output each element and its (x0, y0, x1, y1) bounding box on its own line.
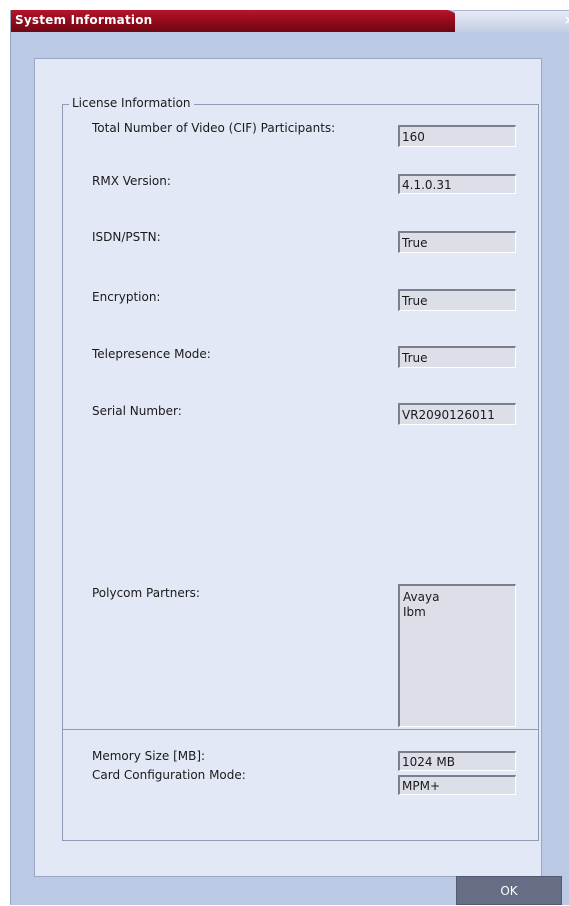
total-participants-label: Total Number of Video (CIF) Participants… (92, 121, 336, 135)
memory-size-field: 1024 MB (398, 751, 516, 771)
polycom-partners-label: Polycom Partners: (92, 586, 200, 600)
telepresence-mode-field: True (398, 346, 516, 368)
isdn-pstn-label: ISDN/PSTN: (92, 230, 161, 244)
encryption-label: Encryption: (92, 290, 161, 304)
ok-button[interactable]: OK (456, 876, 562, 905)
group-divider (62, 729, 539, 730)
license-information-group: License Information (62, 96, 539, 841)
dialog-title: System Information (15, 13, 153, 27)
card-configuration-mode-label: Card Configuration Mode: (92, 768, 246, 782)
card-configuration-mode-field: MPM+ (398, 775, 516, 795)
content-panel: License Information Total Number of Vide… (34, 58, 542, 877)
rmx-version-field: 4.1.0.31 (398, 174, 516, 194)
memory-size-label: Memory Size [MB]: (92, 749, 206, 763)
rmx-version-label: RMX Version: (92, 174, 171, 188)
list-item[interactable]: Ibm (403, 605, 515, 620)
system-information-dialog: System Information × License Information… (10, 10, 569, 905)
serial-number-label: Serial Number: (92, 404, 182, 418)
title-bar-right (455, 10, 569, 32)
serial-number-field: VR2090126011 (398, 403, 516, 425)
list-item[interactable]: Avaya (403, 590, 515, 605)
total-participants-field: 160 (398, 125, 516, 147)
license-information-legend: License Information (69, 96, 194, 110)
encryption-field: True (398, 289, 516, 311)
close-icon[interactable]: × (564, 13, 569, 27)
title-bar[interactable]: System Information × (11, 10, 569, 32)
polycom-partners-list[interactable]: Avaya Ibm (398, 584, 516, 727)
isdn-pstn-field: True (398, 231, 516, 253)
telepresence-mode-label: Telepresence Mode: (92, 347, 211, 361)
